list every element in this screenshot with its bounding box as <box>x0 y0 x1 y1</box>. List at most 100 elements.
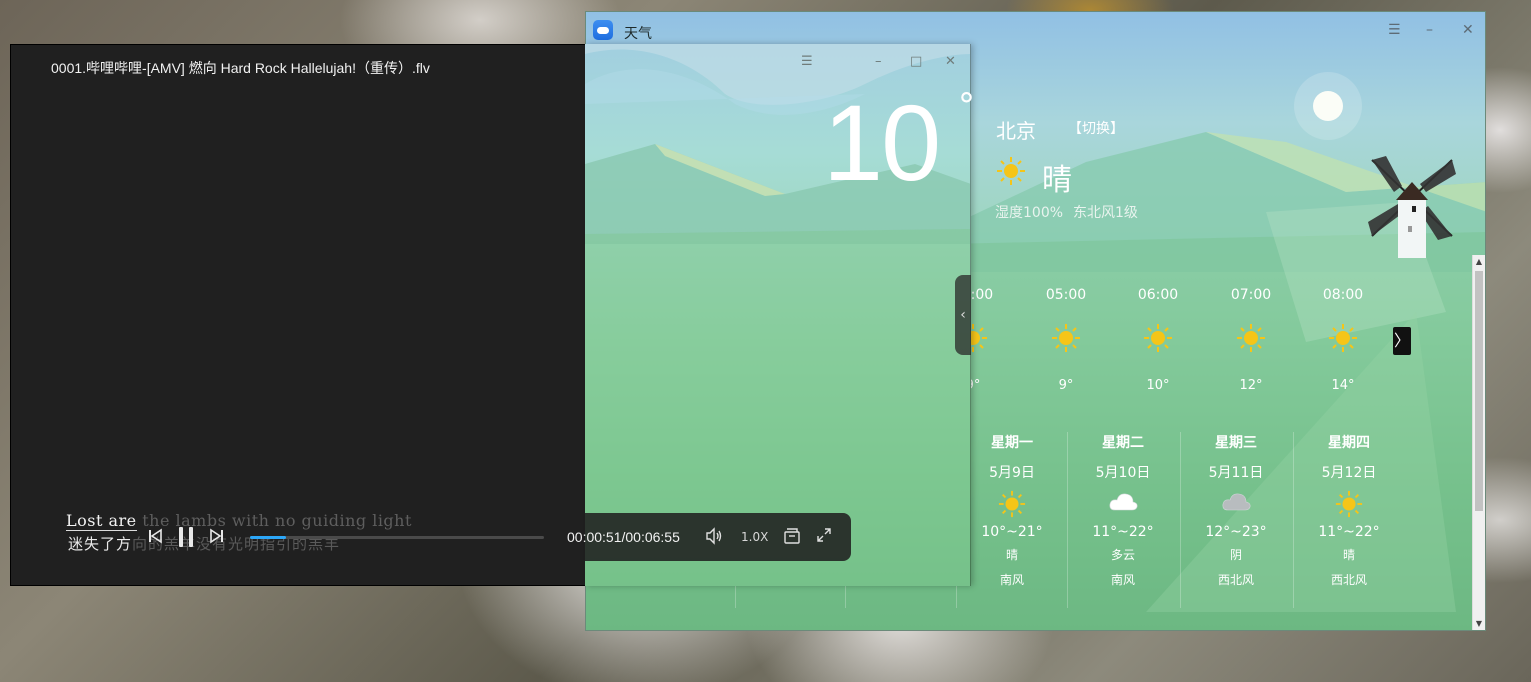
hour-temp: 12° <box>1239 378 1263 393</box>
day-date: 5月12日 <box>1321 465 1377 481</box>
mini-minimize-button[interactable]: – <box>875 54 882 69</box>
fullscreen-button[interactable] <box>816 527 832 547</box>
sun-icon <box>1026 323 1106 363</box>
day-wind: 南风 <box>1110 573 1135 587</box>
hourly-item: 07:00 12° <box>1211 287 1291 393</box>
sun-icon <box>957 490 1067 520</box>
chevron-left-icon: ‹ <box>960 307 966 323</box>
pause-icon <box>179 527 193 547</box>
hourly-item: 05:00 9° <box>1026 287 1106 393</box>
day-date: 5月10日 <box>1095 465 1151 481</box>
scroll-thumb[interactable] <box>1475 271 1483 511</box>
sun-icon <box>996 156 1026 190</box>
volume-icon <box>706 527 722 545</box>
menu-button[interactable]: ☰ <box>1388 22 1401 38</box>
chevron-right-icon: 〉 <box>1393 331 1410 350</box>
pause-button[interactable] <box>176 526 196 552</box>
daily-item: 星期二 5月10日 11°~22° 多云南风 <box>1068 432 1178 588</box>
hourly-item: 06:00 10° <box>1118 287 1198 393</box>
menu-icon: ☰ <box>801 54 813 69</box>
progress-bar[interactable] <box>250 536 544 539</box>
city-name: 北京 <box>996 119 1036 143</box>
playlist-box-icon <box>784 528 800 544</box>
video-title: 0001.哔哩哔哩-[AMV] 燃向 Hard Rock Hallelujah!… <box>51 60 430 76</box>
fullscreen-icon <box>817 528 831 542</box>
daily-item: 星期三 5月11日 12°~23° 阴西北风 <box>1181 432 1291 588</box>
playback-time: 00:00:51/00:06:55 <box>567 529 680 545</box>
minimize-icon: – <box>875 54 882 69</box>
playback-speed-button[interactable]: 1.0X <box>741 530 768 544</box>
forecast-divider <box>1293 432 1294 608</box>
day-condition: 阴 <box>1229 548 1242 562</box>
window-title: 天气 <box>624 25 652 41</box>
wind-text: 东北风1级 <box>1073 205 1138 221</box>
collapse-panel-button[interactable]: ‹ <box>955 275 971 355</box>
minimize-button[interactable]: – <box>1426 22 1433 38</box>
overcast-icon <box>1181 490 1291 520</box>
day-wind: 西北风 <box>1217 573 1254 587</box>
current-temperature: 10 <box>823 82 941 203</box>
vertical-scrollbar[interactable]: ▲ ▼ <box>1472 255 1485 630</box>
daily-item: 星期四 5月12日 11°~22° 晴西北风 <box>1294 432 1404 588</box>
mini-menu-button[interactable]: ☰ <box>801 54 813 69</box>
day-condition: 晴 <box>1342 548 1355 562</box>
maximize-icon: □ <box>910 54 923 69</box>
previous-track-button[interactable] <box>147 528 163 548</box>
sun-icon <box>1211 323 1291 363</box>
hourly-next-button[interactable]: 〉 <box>1393 327 1411 355</box>
day-name: 星期三 <box>1215 435 1257 451</box>
day-date: 5月9日 <box>989 465 1035 481</box>
subtitle-english: Lost are the lambs with no guiding light <box>66 511 412 531</box>
hour-time: 07:00 <box>1230 287 1272 303</box>
day-name: 星期二 <box>1102 435 1144 451</box>
day-name: 星期四 <box>1328 435 1370 451</box>
current-condition: 晴 <box>1042 163 1072 198</box>
scroll-up-arrow[interactable]: ▲ <box>1473 255 1485 269</box>
sun-icon <box>1118 323 1198 363</box>
sun-icon <box>1294 490 1404 520</box>
humidity-text: 湿度100% <box>995 205 1064 221</box>
next-track-button[interactable] <box>209 528 225 548</box>
daily-item: 星期一 5月9日 10°~21° 晴南风 <box>957 432 1067 588</box>
day-condition: 晴 <box>1005 548 1018 562</box>
close-icon: ✕ <box>1462 22 1474 38</box>
video-controls-overlay: 00:00:51/00:06:55 1.0X <box>567 513 851 561</box>
close-icon: ✕ <box>945 54 956 69</box>
volume-button[interactable] <box>705 527 723 549</box>
switch-city-button[interactable]: 【切换】 <box>1068 118 1124 138</box>
day-wind: 南风 <box>999 573 1024 587</box>
day-wind: 西北风 <box>1330 573 1367 587</box>
subtitle-english-active: Lost are <box>66 511 137 531</box>
hour-temp: 9° <box>1058 378 1074 393</box>
previous-icon <box>149 528 162 544</box>
sun-icon <box>1303 323 1383 363</box>
day-temp-range: 11°~22° <box>1318 524 1380 540</box>
scroll-down-arrow[interactable]: ▼ <box>1473 617 1485 630</box>
close-button[interactable]: ✕ <box>1462 22 1474 38</box>
playlist-button[interactable] <box>783 527 801 549</box>
next-icon <box>210 528 223 544</box>
progress-fill <box>250 536 287 539</box>
day-condition: 多云 <box>1110 548 1135 562</box>
hour-time: 06:00 <box>1137 287 1179 303</box>
menu-icon: ☰ <box>1388 22 1401 38</box>
hour-temp: 14° <box>1331 378 1355 393</box>
mini-maximize-button[interactable]: □ <box>910 54 922 69</box>
hourly-item: 08:00 14° <box>1303 287 1383 393</box>
day-temp-range: 11°~22° <box>1092 524 1154 540</box>
cloud-icon <box>1068 490 1178 520</box>
forecast-divider <box>1180 432 1181 608</box>
forecast-divider <box>1067 432 1068 608</box>
minimize-icon: – <box>1426 22 1433 38</box>
day-temp-range: 10°~21° <box>981 524 1043 540</box>
weather-app-icon <box>593 20 613 40</box>
mini-close-button[interactable]: ✕ <box>945 54 956 69</box>
day-date: 5月11日 <box>1208 465 1264 481</box>
day-temp-range: 12°~23° <box>1205 524 1267 540</box>
subtitle-chinese-active: 迷失了方 <box>68 535 133 553</box>
degree-symbol: ° <box>958 86 975 126</box>
windmill-illustration <box>1368 156 1456 258</box>
hour-time: 08:00 <box>1322 287 1364 303</box>
hour-time: 05:00 <box>1045 287 1087 303</box>
hour-temp: 10° <box>1146 378 1170 393</box>
